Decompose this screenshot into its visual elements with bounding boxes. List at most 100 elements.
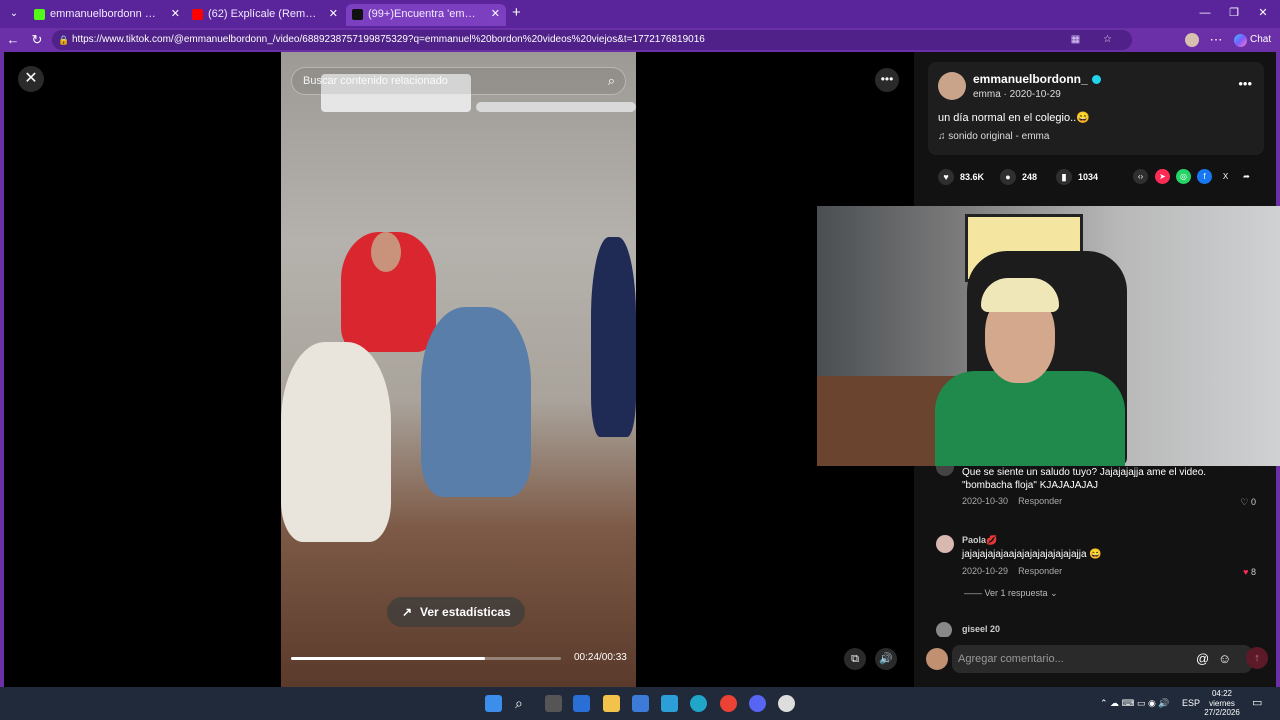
related-search-input[interactable]: Buscar contenido relacionado ⌕	[291, 67, 626, 95]
tab-kick[interactable]: emmanuelbordonn Stream - Watc ✕	[28, 4, 186, 26]
comment-input[interactable]: Agregar comentario... @ ☺	[952, 645, 1252, 673]
start-icon[interactable]	[485, 695, 502, 712]
facebook-icon[interactable]: f	[1197, 169, 1212, 184]
bookmark-icon: ▮	[1056, 169, 1072, 185]
comment-text: Que se siente un saludo tuyo? Jajajajajj…	[962, 467, 1207, 491]
avatar[interactable]	[938, 72, 966, 100]
restore-icon[interactable]: ❐	[1227, 6, 1241, 20]
profile-avatar[interactable]	[1185, 33, 1199, 47]
post-more-icon[interactable]: •••	[1238, 76, 1252, 91]
clock-date: 27/2/2026	[1204, 708, 1240, 717]
chrome-icon[interactable]	[720, 695, 737, 712]
webcam-shirt	[935, 371, 1125, 466]
comment-user[interactable]: giseel 20	[962, 624, 1000, 634]
author-name[interactable]: emmanuelbordonn_	[973, 72, 1101, 86]
clock[interactable]: 04:22 viernes 27/2/2026	[1200, 689, 1244, 718]
mention-icon[interactable]: @	[1196, 645, 1209, 673]
tab-title: (99+)Encuentra 'emmanuel b	[368, 8, 480, 20]
comment-meta: 2020-10-30 Responder	[962, 496, 1062, 506]
search-icon[interactable]: ⌕	[515, 695, 532, 712]
volume-icon[interactable]: 🔊	[875, 648, 897, 670]
address-actions[interactable]: ▦ ☆	[1071, 30, 1122, 50]
youtube-icon	[192, 9, 203, 20]
comment-like[interactable]: ♥ 8	[1243, 567, 1256, 577]
reply-button[interactable]: Responder	[1018, 566, 1062, 576]
post-comment-button[interactable]: ↑	[1246, 647, 1268, 669]
back-icon[interactable]: ←	[5, 32, 21, 48]
avatar[interactable]	[936, 622, 952, 638]
like-button[interactable]: ♥ 83.6K	[938, 168, 984, 186]
clock-time: 04:22	[1211, 689, 1233, 698]
comment-count: 248	[1022, 172, 1038, 182]
list-item: Paola💋 jajajajajajaajajajajajajajajajja …	[936, 535, 1256, 605]
author-meta: emma · 2020-10-29	[973, 89, 1061, 100]
close-icon[interactable]: ✕	[491, 4, 500, 24]
avatar[interactable]	[936, 535, 954, 553]
chart-icon: ↗	[402, 605, 413, 619]
stats-label: Ver estadísticas	[420, 605, 511, 619]
comments-button[interactable]: ● 248	[1000, 168, 1037, 186]
pip-icon[interactable]: ⧉	[844, 648, 866, 670]
more-icon[interactable]: ⋯	[1208, 32, 1224, 48]
new-tab-icon[interactable]: +	[512, 4, 526, 22]
window-close-icon[interactable]: ✕	[1256, 6, 1270, 20]
comment-like-count: 0	[1250, 497, 1256, 507]
address-bar[interactable]: 🔒 https://www.tiktok.com/@emmanuelbordon…	[52, 30, 1132, 50]
heart-outline-icon: ♡	[1240, 497, 1251, 507]
emoji-icon[interactable]: ☺	[1218, 645, 1231, 673]
send-icon[interactable]: ➤	[1155, 169, 1170, 184]
settings-app-icon[interactable]	[778, 695, 795, 712]
chat-label: Chat	[1250, 34, 1272, 45]
store-icon[interactable]	[632, 695, 649, 712]
kick-icon	[34, 9, 45, 20]
task-view-icon[interactable]	[545, 695, 562, 712]
view-replies-button[interactable]: —— Ver 1 respuesta ⌄	[964, 588, 1058, 599]
whatsapp-icon[interactable]: ◎	[1176, 169, 1191, 184]
language-indicator[interactable]: ESP	[1182, 687, 1200, 720]
comment-user[interactable]: Paola💋	[962, 535, 997, 546]
tray-icons[interactable]: ⌃ ☁ ⌨ ▭ ◉ 🔊	[1100, 687, 1170, 720]
copilot-chat-button[interactable]: Chat	[1234, 31, 1276, 49]
tab-title: emmanuelbordonn Stream - Watc	[50, 8, 160, 20]
view-stats-button[interactable]: ↗ Ver estadísticas	[387, 597, 525, 627]
widgets-icon[interactable]	[573, 695, 590, 712]
reply-button[interactable]: Responder	[1018, 496, 1062, 506]
file-explorer-icon[interactable]	[603, 695, 620, 712]
tab-actions-menu-icon[interactable]: ⌄	[6, 6, 22, 22]
tab-youtube[interactable]: (62) Explícale (Remix - Official Lyri ✕	[186, 4, 344, 26]
close-video-button[interactable]: ✕	[18, 66, 44, 92]
embed-icon[interactable]: ‹›	[1133, 169, 1148, 184]
discord-icon[interactable]	[749, 695, 766, 712]
avatar	[926, 648, 948, 670]
search-icon[interactable]: ⌕	[608, 68, 615, 94]
list-item: giseel 20	[936, 622, 1256, 638]
copilot-icon	[1234, 34, 1247, 47]
comment-date: 2020-10-29	[962, 566, 1009, 576]
video-progress-bar[interactable]	[291, 657, 561, 660]
share-icon[interactable]: ➦	[1239, 169, 1254, 184]
close-icon[interactable]: ✕	[171, 4, 180, 24]
x-icon[interactable]: X	[1218, 169, 1233, 184]
close-icon[interactable]: ✕	[329, 4, 338, 24]
like-count: 83.6K	[960, 172, 985, 182]
video-frame-person	[421, 307, 531, 497]
more-options-button[interactable]: •••	[875, 68, 899, 92]
comment-placeholder: Agregar comentario...	[958, 653, 1064, 665]
save-button[interactable]: ▮ 1034	[1056, 168, 1098, 186]
video-frame-head	[371, 232, 401, 272]
network-app-icon[interactable]	[661, 695, 678, 712]
comment-like[interactable]: ♡ 0	[1240, 497, 1256, 508]
video-frame-pipe	[476, 102, 636, 112]
sound-link[interactable]: ♫ sonido original - emma	[938, 131, 1049, 142]
sound-label: sonido original - emma	[948, 131, 1050, 142]
video-player[interactable]: Buscar contenido relacionado ⌕ ↗ Ver est…	[281, 52, 636, 687]
comment-date: 2020-10-30	[962, 496, 1009, 506]
comment-meta: 2020-10-29 Responder	[962, 566, 1062, 576]
minimize-icon[interactable]: —	[1198, 6, 1212, 20]
edge-icon[interactable]	[690, 695, 707, 712]
refresh-icon[interactable]: ↻	[29, 32, 45, 48]
author-name-text: emmanuelbordonn_	[973, 72, 1088, 86]
heart-icon: ♥	[1243, 567, 1251, 577]
notification-icon[interactable]: ▭	[1252, 687, 1262, 720]
tab-tiktok[interactable]: (99+)Encuentra 'emmanuel b ✕	[346, 4, 506, 26]
